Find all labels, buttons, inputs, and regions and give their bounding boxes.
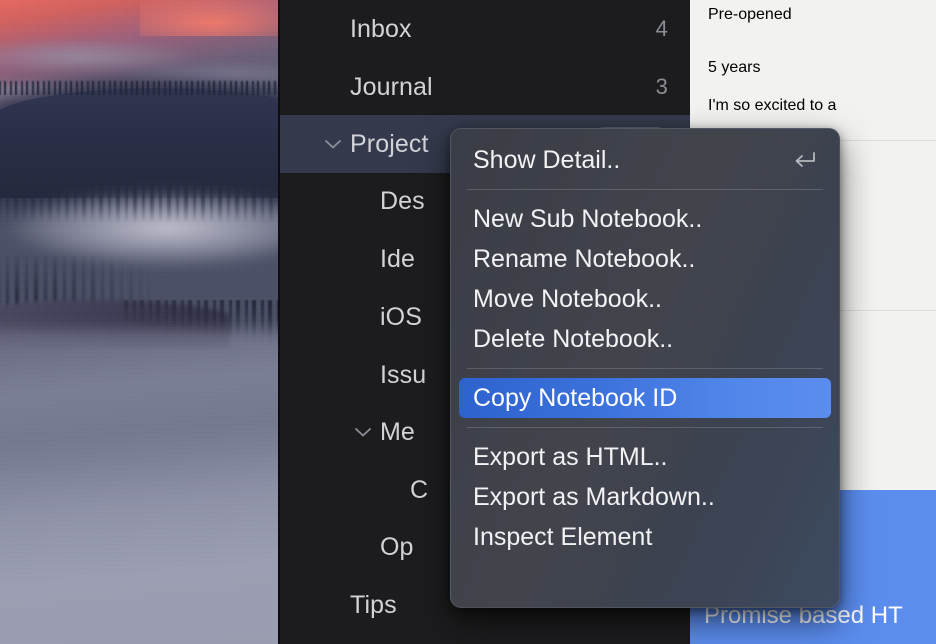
chevron-down-icon[interactable] [316,138,350,150]
menu-item-export-as-markdown[interactable]: Export as Markdown.. [459,477,831,517]
menu-item-move-notebook[interactable]: Move Notebook.. [459,279,831,319]
menu-item-label: Inspect Element [473,522,653,551]
sidebar-item-label: Op [380,532,414,561]
menu-item-label: Copy Notebook ID [473,383,678,412]
note-age: 5 years [708,59,761,76]
menu-item-label: New Sub Notebook.. [473,204,703,233]
sidebar-item-label: Issu [380,360,427,389]
sidebar-item-inbox[interactable]: Inbox 4 [280,0,690,58]
menu-separator [467,189,823,190]
sidebar-item-count: 3 [655,74,668,99]
menu-separator [467,427,823,428]
sidebar-item-label: Me [380,417,415,446]
menu-item-label: Export as HTML.. [473,442,668,471]
menu-item-label: Move Notebook.. [473,284,662,313]
chevron-down-icon[interactable] [346,426,380,438]
sidebar-item-journal[interactable]: Journal 3 [280,58,690,116]
menu-item-label: Rename Notebook.. [473,244,696,273]
notebook-context-menu[interactable]: Show Detail.. New Sub Notebook.. Rename No… [450,128,840,608]
sidebar-item-label: iOS [380,302,422,331]
menu-item-delete-notebook[interactable]: Delete Notebook.. [459,319,831,359]
menu-item-label: Delete Notebook.. [473,324,674,353]
menu-item-copy-notebook-id[interactable]: Copy Notebook ID [459,378,831,418]
note-title[interactable]: Pre-opened [708,6,792,24]
sidebar-item-label: Project [350,129,429,158]
sidebar-item-count: 4 [655,16,668,41]
sidebar-item-label: Tips [350,590,397,619]
sidebar-item-label: Journal [350,72,433,101]
return-arrow-icon [791,150,817,170]
menu-item-export-as-html[interactable]: Export as HTML.. [459,437,831,477]
sidebar-item-label: Ide [380,244,416,273]
menu-item-inspect-element[interactable]: Inspect Element [459,517,831,557]
menu-item-rename-notebook[interactable]: Rename Notebook.. [459,239,831,279]
sidebar-item-label: Inbox [350,14,412,43]
menu-item-label: Export as Markdown.. [473,482,715,511]
menu-separator [467,368,823,369]
menu-item-new-sub-notebook[interactable]: New Sub Notebook.. [459,199,831,239]
desktop-background-photo [0,0,280,644]
menu-item-show-detail[interactable]: Show Detail.. [459,140,831,180]
app-window: Inbox 4 Journal 3 Project Des Ide iOS Issu Me C Op T… [0,0,936,644]
sidebar-item-label: C [410,475,429,504]
note-excerpt: I'm so excited to a [708,97,837,114]
photo-grain [0,0,280,644]
menu-item-label: Show Detail.. [473,145,621,174]
sidebar-item-label: Des [380,186,425,215]
